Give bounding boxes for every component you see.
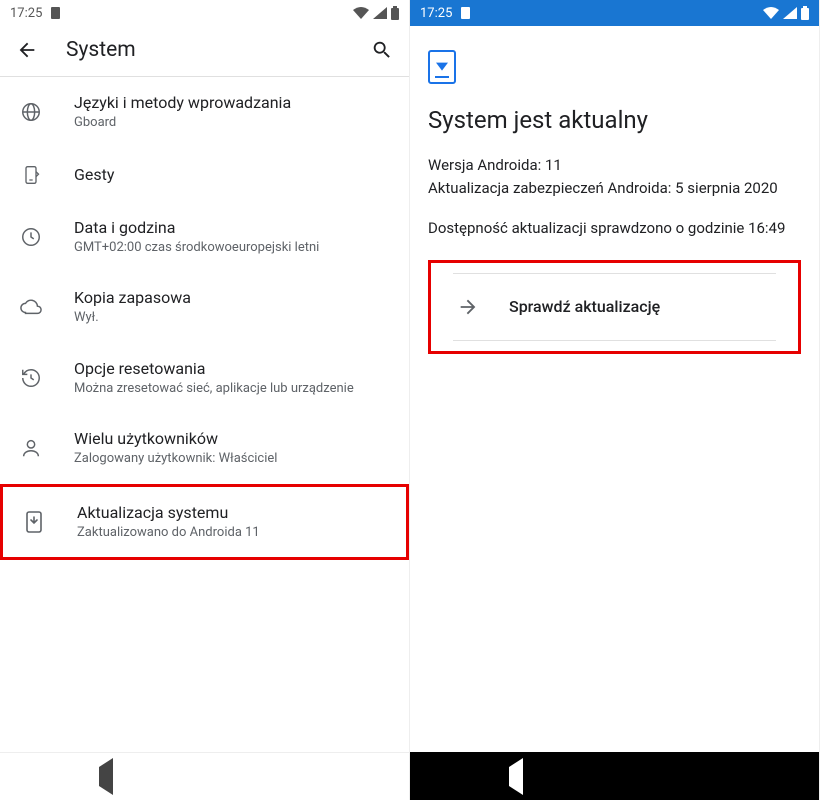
search-icon[interactable] bbox=[371, 39, 393, 61]
settings-item-backup[interactable]: Kopia zapasowa Wył. bbox=[0, 272, 409, 343]
settings-item-languages[interactable]: Języki i metody wprowadzania Gboard bbox=[0, 77, 409, 148]
arrow-right-icon bbox=[457, 296, 479, 318]
item-title: Opcje resetowania bbox=[74, 359, 354, 378]
update-title: System jest aktualny bbox=[428, 106, 801, 134]
item-sub: Można zresetować sieć, aplikacje lub urz… bbox=[74, 380, 354, 398]
status-bar: 17:25 bbox=[410, 0, 819, 26]
settings-item-gestures[interactable]: Gesty bbox=[0, 148, 409, 202]
wifi-icon bbox=[763, 7, 779, 19]
page-title: System bbox=[66, 38, 343, 62]
last-checked-line: Dostępność aktualizacji sprawdzono o god… bbox=[428, 217, 801, 240]
check-update-button[interactable]: Sprawdź aktualizację bbox=[453, 273, 776, 341]
item-title: Kopia zapasowa bbox=[74, 288, 191, 307]
item-title: Wielu użytkowników bbox=[74, 429, 277, 448]
item-sub: Zalogowany użytkownik: Właściciel bbox=[74, 450, 277, 468]
status-bar: 17:25 bbox=[0, 0, 409, 26]
check-update-label: Sprawdź aktualizację bbox=[509, 297, 660, 316]
battery-icon bbox=[391, 6, 399, 20]
settings-list: Języki i metody wprowadzania Gboard Gest… bbox=[0, 77, 409, 752]
signal-icon bbox=[373, 7, 387, 19]
item-sub: GMT+02:00 czas środkowoeuropejski letni bbox=[74, 239, 319, 257]
nav-bar bbox=[410, 752, 819, 800]
notification-icon bbox=[460, 6, 471, 20]
nav-back-icon[interactable] bbox=[99, 767, 113, 786]
cloud-icon bbox=[20, 298, 42, 316]
android-version-line: Wersja Androida: 11 bbox=[428, 154, 801, 177]
item-title: Aktualizacja systemu bbox=[77, 503, 260, 522]
settings-item-reset[interactable]: Opcje resetowania Można zresetować sieć,… bbox=[0, 343, 409, 414]
back-icon[interactable] bbox=[16, 39, 38, 61]
person-icon bbox=[20, 437, 42, 459]
nav-bar bbox=[0, 752, 409, 800]
phone-left: 17:25 System bbox=[0, 0, 410, 800]
phone-right: 17:25 System jest aktualny Wersja Androi… bbox=[410, 0, 820, 800]
system-update-icon bbox=[428, 50, 456, 84]
update-screen: System jest aktualny Wersja Androida: 11… bbox=[410, 26, 819, 752]
settings-item-multiuser[interactable]: Wielu użytkowników Zalogowany użytkownik… bbox=[0, 413, 409, 484]
globe-icon bbox=[20, 101, 42, 123]
nav-back-icon[interactable] bbox=[509, 767, 523, 786]
restore-icon bbox=[20, 367, 42, 389]
update-version-info: Wersja Androida: 11 Aktualizacja zabezpi… bbox=[428, 154, 801, 199]
status-time: 17:25 bbox=[10, 6, 42, 21]
item-sub: Wył. bbox=[74, 309, 191, 327]
item-title: Gesty bbox=[74, 165, 114, 184]
item-title: Języki i metody wprowadzania bbox=[74, 93, 291, 112]
check-update-highlight: Sprawdź aktualizację bbox=[428, 260, 801, 354]
gestures-icon bbox=[20, 164, 42, 186]
battery-icon bbox=[801, 6, 809, 20]
wifi-icon bbox=[353, 7, 369, 19]
header: System bbox=[0, 26, 409, 76]
item-sub: Zaktualizowano do Androida 11 bbox=[77, 524, 260, 542]
signal-icon bbox=[783, 7, 797, 19]
item-sub: Gboard bbox=[74, 114, 291, 132]
settings-item-system-update[interactable]: Aktualizacja systemu Zaktualizowano do A… bbox=[0, 484, 409, 561]
notification-icon bbox=[50, 6, 61, 20]
clock-icon bbox=[20, 226, 42, 248]
item-title: Data i godzina bbox=[74, 218, 319, 237]
security-patch-line: Aktualizacja zabezpieczeń Androida: 5 si… bbox=[428, 177, 801, 200]
status-time: 17:25 bbox=[420, 6, 452, 21]
system-update-icon bbox=[23, 510, 45, 534]
settings-item-datetime[interactable]: Data i godzina GMT+02:00 czas środkowoeu… bbox=[0, 202, 409, 273]
